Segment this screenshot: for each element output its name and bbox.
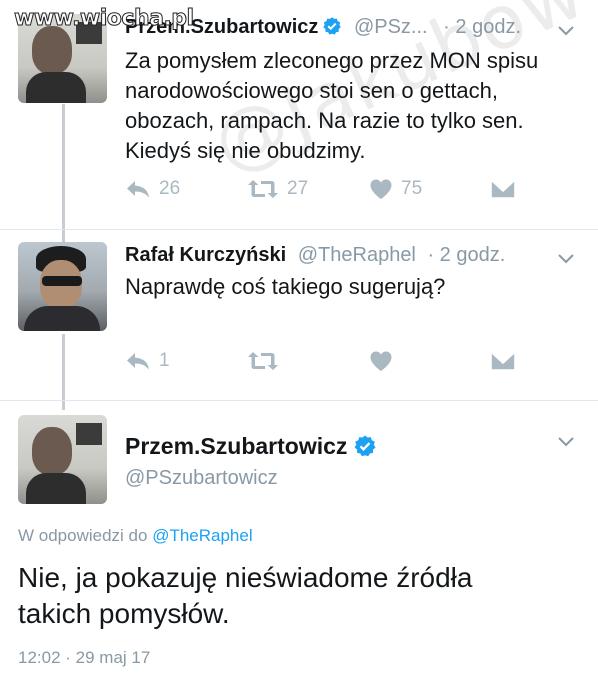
direct-message-button[interactable] [490,350,516,372]
display-name[interactable]: Przem.Szubartowicz [125,433,377,460]
chevron-down-icon[interactable] [558,248,574,269]
retweet-button[interactable]: 27 [247,178,308,200]
verified-badge-icon [354,435,376,457]
reply-context: W odpowiedzi do @TheRaphel [18,526,253,546]
reply-to-link[interactable]: @TheRaphel [152,526,252,545]
chevron-down-icon[interactable] [558,431,574,452]
retweet-count: 27 [287,178,309,199]
avatar[interactable] [18,242,107,331]
reply-count: 1 [159,350,170,371]
retweet-icon [248,180,278,198]
site-watermark: www.wiocha.pl [14,6,195,32]
display-name[interactable]: Rafał Kurczyński [125,244,286,266]
tweet-text: Nie, ja pokazuję nieświadome źródła taki… [18,562,473,629]
tweet-text: Naprawdę coś takiego sugerują? [125,274,446,299]
handle[interactable]: @PSzubartowicz [125,467,278,490]
like-count: 75 [401,178,423,199]
verified-badge-icon [323,17,342,35]
timestamp[interactable]: 12:02 · 29 maj 17 [18,648,150,668]
tweet-2[interactable]: Rafał Kurczyński @TheRaphel · 2 godz. Na… [0,230,598,400]
reply-button[interactable]: 1 [125,350,170,372]
like-button[interactable] [369,350,401,372]
direct-message-button[interactable] [490,178,516,200]
retweet-icon [248,352,278,370]
heart-icon [370,179,392,199]
reply-prefix: W odpowiedzi do [18,526,153,545]
direct-message-icon [490,351,516,371]
action-bar: 26 27 75 [125,178,525,208]
avatar[interactable] [18,415,107,504]
handle[interactable]: @TheRaphel [298,244,416,266]
chevron-down-icon[interactable] [558,20,574,41]
like-button[interactable]: 75 [369,178,422,200]
heart-icon [370,351,392,371]
timestamp[interactable]: · 2 godz. [427,244,505,266]
tweet-text: Za pomysłem zleconego przez MON spisu na… [125,48,539,163]
handle[interactable]: @PSz... [354,16,428,38]
tweet-header: Rafał Kurczyński @TheRaphel · 2 godz. [125,244,505,267]
action-bar: 1 [125,350,525,380]
reply-button[interactable]: 26 [125,178,180,200]
tweet-1[interactable]: Przem.Szubartowicz @PSz... · 2 godz. Za … [0,0,598,228]
display-name-text: Przem.Szubartowicz [125,433,348,459]
reply-count: 26 [159,178,181,199]
retweet-button[interactable] [247,350,287,372]
reply-icon [127,353,149,370]
direct-message-icon [490,179,516,199]
timestamp[interactable]: · 2 godz. [443,16,521,38]
reply-icon [127,181,149,198]
focused-tweet: Przem.Szubartowicz @PSzubartowicz W odpo… [0,401,598,680]
